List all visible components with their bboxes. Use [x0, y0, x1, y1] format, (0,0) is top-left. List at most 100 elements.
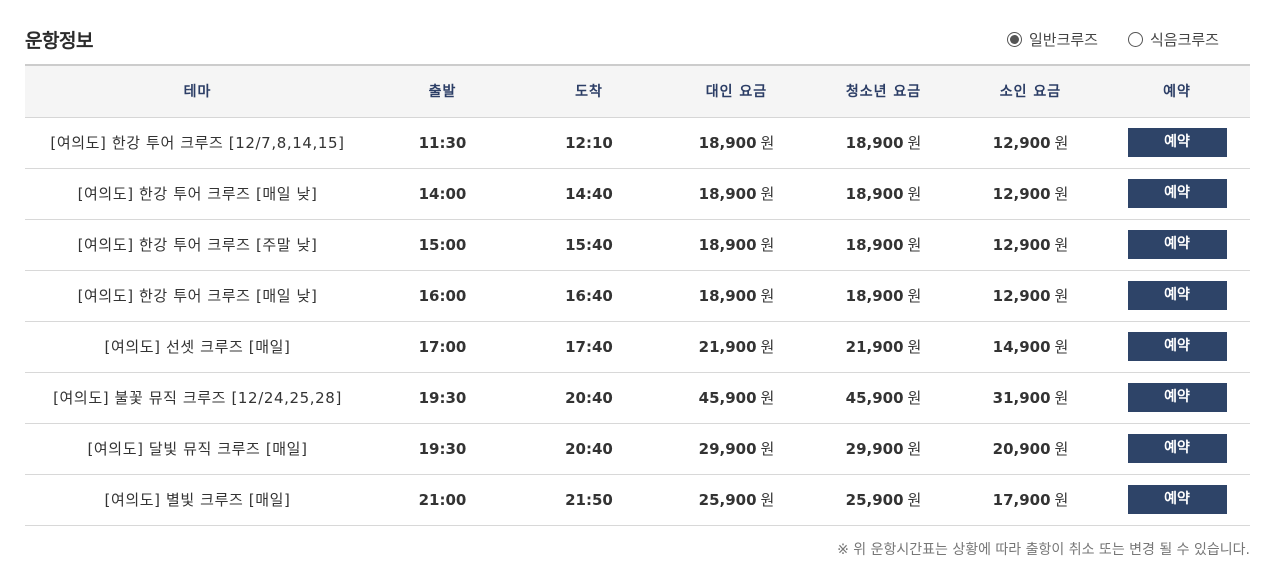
header-arrive: 도착 — [575, 84, 603, 101]
adult-fare-value: 29,900 — [698, 440, 757, 458]
reserve-button[interactable]: 예약 — [1127, 281, 1227, 310]
youth-fare-value: 18,900 — [845, 134, 904, 152]
currency-unit: 원 — [907, 287, 922, 305]
reserve-button[interactable]: 예약 — [1127, 128, 1227, 157]
reserve-button[interactable]: 예약 — [1127, 485, 1227, 514]
currency-unit: 원 — [907, 338, 922, 356]
table-row: [여의도] 한강 투어 크루즈 [주말 낮] 15:00 15:40 18,90… — [25, 219, 1250, 270]
header-adult-fare: 대인 요금 — [705, 84, 768, 101]
child-fare-value: 12,900 — [992, 236, 1051, 254]
child-fare-value: 12,900 — [992, 185, 1051, 203]
radio-dining-cruise[interactable]: 식음크루즈 — [1127, 29, 1219, 50]
row-adult-fare: 18,900 원 — [663, 270, 810, 321]
table-row: [여의도] 선셋 크루즈 [매일] 17:00 17:40 21,900 원 21… — [25, 321, 1250, 372]
currency-unit: 원 — [760, 134, 775, 152]
row-adult-fare: 25,900 원 — [663, 474, 810, 525]
currency-unit: 원 — [907, 389, 922, 407]
row-adult-fare: 18,900 원 — [663, 117, 810, 168]
table-row: [여의도] 달빛 뮤직 크루즈 [매일] 19:30 20:40 29,900 원… — [25, 423, 1250, 474]
youth-fare-value: 18,900 — [845, 287, 904, 305]
header-theme: 테마 — [183, 84, 212, 101]
header-reservation: 예약 — [1163, 84, 1191, 101]
radio-checked-icon[interactable] — [1006, 32, 1022, 47]
youth-fare-value: 18,900 — [845, 185, 904, 203]
row-theme: [여의도] 달빛 뮤직 크루즈 [매일] — [87, 440, 308, 458]
table-row: [여의도] 별빛 크루즈 [매일] 21:00 21:50 25,900 원 25… — [25, 474, 1250, 525]
child-fare-value: 17,900 — [992, 491, 1051, 509]
cruise-type-radio-group: 일반크루즈 식음크루즈 — [1006, 29, 1219, 50]
adult-fare-value: 45,900 — [698, 389, 757, 407]
table-row: [여의도] 한강 투어 크루즈 [12/7,8,14,15] 11:30 12:… — [25, 117, 1250, 168]
row-theme: [여의도] 한강 투어 크루즈 [매일 낮] — [77, 287, 318, 305]
currency-unit: 원 — [907, 185, 922, 203]
row-child-fare: 12,900 원 — [957, 219, 1104, 270]
reserve-button[interactable]: 예약 — [1127, 230, 1227, 259]
row-youth-fare: 25,900 원 — [810, 474, 957, 525]
row-reservation: 예약 — [1104, 321, 1250, 372]
currency-unit: 원 — [1054, 236, 1069, 254]
adult-fare-value: 21,900 — [698, 338, 757, 356]
row-theme: [여의도] 불꽃 뮤직 크루즈 [12/24,25,28] — [53, 389, 342, 407]
adult-fare-value: 18,900 — [698, 236, 757, 254]
currency-unit: 원 — [1054, 185, 1069, 203]
radio-general-cruise-label: 일반크루즈 — [1028, 31, 1098, 49]
reserve-button[interactable]: 예약 — [1127, 434, 1227, 463]
table-header-row: 테마 출발 도착 대인 요금 청소년 요금 소인 요금 예약 — [25, 65, 1250, 117]
currency-unit: 원 — [760, 287, 775, 305]
table-row: [여의도] 한강 투어 크루즈 [매일 낮] 16:00 16:40 18,90… — [25, 270, 1250, 321]
youth-fare-value: 45,900 — [845, 389, 904, 407]
row-youth-fare: 18,900 원 — [810, 168, 957, 219]
currency-unit: 원 — [760, 491, 775, 509]
row-arrive: 15:40 — [565, 235, 613, 254]
row-theme: [여의도] 별빛 크루즈 [매일] — [104, 491, 291, 509]
row-child-fare: 17,900 원 — [957, 474, 1104, 525]
header-child-fare: 소인 요금 — [999, 84, 1062, 101]
row-adult-fare: 21,900 원 — [663, 321, 810, 372]
row-reservation: 예약 — [1104, 372, 1250, 423]
currency-unit: 원 — [1054, 440, 1069, 458]
row-arrive: 21:50 — [565, 490, 613, 509]
row-reservation: 예약 — [1104, 219, 1250, 270]
row-adult-fare: 18,900 원 — [663, 168, 810, 219]
row-arrive: 20:40 — [565, 439, 613, 458]
radio-unchecked-icon[interactable] — [1127, 32, 1143, 47]
adult-fare-value: 18,900 — [698, 185, 757, 203]
currency-unit: 원 — [907, 134, 922, 152]
row-depart: 19:30 — [418, 388, 467, 407]
currency-unit: 원 — [1054, 491, 1069, 509]
currency-unit: 원 — [1054, 134, 1069, 152]
row-youth-fare: 18,900 원 — [810, 219, 957, 270]
adult-fare-value: 18,900 — [698, 134, 757, 152]
header-youth-fare: 청소년 요금 — [845, 84, 922, 101]
row-depart: 17:00 — [418, 337, 467, 356]
radio-general-cruise[interactable]: 일반크루즈 — [1006, 29, 1098, 50]
row-youth-fare: 18,900 원 — [810, 270, 957, 321]
row-depart: 21:00 — [418, 490, 467, 509]
reserve-button[interactable]: 예약 — [1127, 383, 1227, 412]
row-adult-fare: 45,900 원 — [663, 372, 810, 423]
row-arrive: 20:40 — [565, 388, 613, 407]
reserve-button[interactable]: 예약 — [1127, 332, 1227, 361]
currency-unit: 원 — [1054, 338, 1069, 356]
child-fare-value: 14,900 — [992, 338, 1051, 356]
youth-fare-value: 25,900 — [845, 491, 904, 509]
row-reservation: 예약 — [1104, 474, 1250, 525]
currency-unit: 원 — [760, 389, 775, 407]
row-child-fare: 20,900 원 — [957, 423, 1104, 474]
row-theme: [여의도] 한강 투어 크루즈 [주말 낮] — [77, 236, 318, 254]
row-youth-fare: 45,900 원 — [810, 372, 957, 423]
row-depart: 11:30 — [418, 133, 467, 152]
currency-unit: 원 — [760, 185, 775, 203]
row-youth-fare: 18,900 원 — [810, 117, 957, 168]
adult-fare-value: 18,900 — [698, 287, 757, 305]
currency-unit: 원 — [907, 491, 922, 509]
radio-dining-cruise-label: 식음크루즈 — [1149, 31, 1219, 49]
reserve-button[interactable]: 예약 — [1127, 179, 1227, 208]
youth-fare-value: 29,900 — [845, 440, 904, 458]
row-adult-fare: 29,900 원 — [663, 423, 810, 474]
currency-unit: 원 — [1054, 287, 1069, 305]
row-youth-fare: 29,900 원 — [810, 423, 957, 474]
row-depart: 19:30 — [418, 439, 467, 458]
row-child-fare: 12,900 원 — [957, 117, 1104, 168]
row-arrive: 16:40 — [565, 286, 613, 305]
